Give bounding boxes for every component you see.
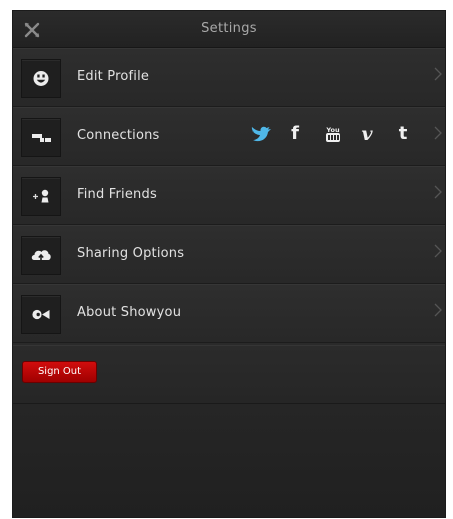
sharing-options-row[interactable]: Sharing Options — [13, 225, 445, 284]
find-friends-label: Find Friends — [77, 187, 157, 202]
about-showyou-icon-box — [21, 295, 61, 334]
smiley-icon — [33, 71, 49, 86]
facebook-connection[interactable]: f — [287, 123, 303, 145]
connections-row[interactable]: Connections f You v t — [13, 107, 445, 166]
sharing-options-icon-box — [21, 236, 61, 275]
chevron-right-icon — [434, 185, 442, 199]
showyou-logo-icon — [32, 309, 50, 320]
connections-icon — [32, 134, 51, 142]
tumblr-connection[interactable]: t — [395, 123, 411, 145]
find-friends-icon-box — [21, 177, 61, 216]
find-friends-row[interactable]: Find Friends — [13, 166, 445, 225]
facebook-icon: f — [291, 123, 299, 144]
settings-panel: Settings Edit Profile Connections f You … — [12, 10, 446, 518]
youtube-icon: You — [325, 126, 340, 142]
empty-area — [13, 404, 445, 517]
sign-out-section: Sign Out — [13, 345, 445, 404]
svg-text:You: You — [325, 126, 340, 134]
chevron-right-icon — [434, 244, 442, 258]
edit-profile-row[interactable]: Edit Profile — [13, 48, 445, 107]
edit-profile-label: Edit Profile — [77, 69, 150, 84]
add-person-icon — [33, 189, 49, 203]
twitter-bird-icon — [251, 126, 271, 142]
vimeo-connection[interactable]: v — [358, 123, 376, 145]
twitter-connection[interactable] — [249, 123, 273, 145]
settings-header: Settings — [13, 11, 445, 48]
cloud-upload-icon — [31, 250, 51, 260]
chevron-right-icon — [434, 126, 442, 140]
youtube-connection[interactable]: You — [323, 123, 343, 145]
sign-out-button[interactable]: Sign Out — [22, 361, 97, 383]
about-showyou-row[interactable]: About Showyou — [13, 284, 445, 343]
connections-icon-box — [21, 118, 61, 157]
settings-list: Edit Profile Connections f You v t Find … — [13, 48, 445, 343]
edit-profile-icon-box — [21, 59, 61, 98]
page-title: Settings — [201, 21, 257, 36]
chevron-right-icon — [434, 67, 442, 81]
sharing-options-label: Sharing Options — [77, 246, 185, 261]
vimeo-icon: v — [361, 123, 373, 145]
tumblr-icon: t — [398, 123, 408, 144]
connections-label: Connections — [77, 128, 160, 143]
about-showyou-label: About Showyou — [77, 305, 182, 320]
chevron-right-icon — [434, 303, 442, 317]
